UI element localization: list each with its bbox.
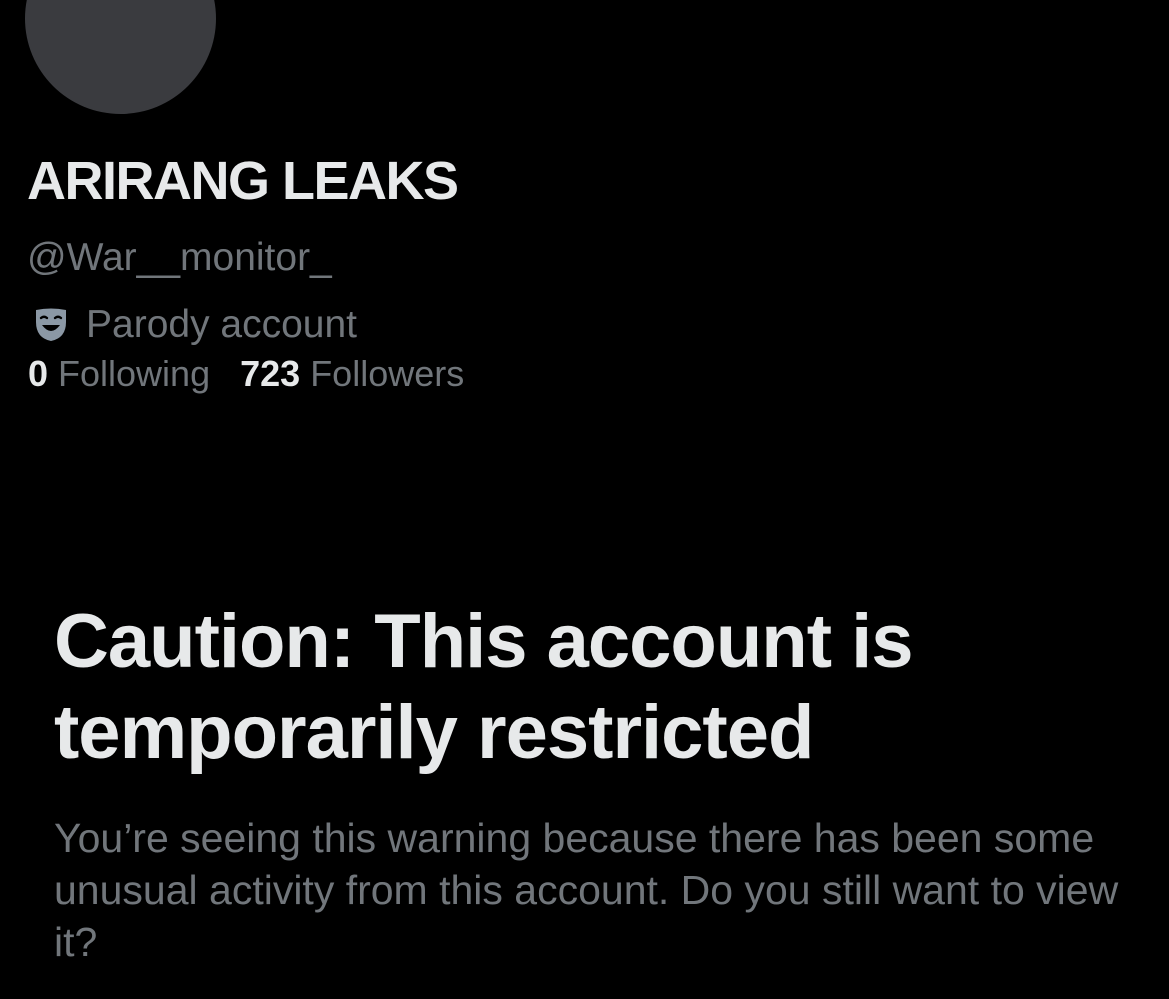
following-label: Following bbox=[58, 353, 211, 394]
parody-account-text: Parody account bbox=[86, 303, 358, 346]
profile-avatar[interactable] bbox=[25, 0, 216, 114]
parody-account-label: Parody account bbox=[30, 302, 357, 348]
caution-title: Caution: This account is temporarily res… bbox=[54, 599, 914, 775]
profile-handle: @War__monitor_ bbox=[27, 236, 332, 279]
followers-label: Followers bbox=[310, 353, 465, 394]
followers-link[interactable]: 723 Followers bbox=[240, 353, 464, 395]
profile-page: ARIRANG LEAKS @War__monitor_ Parody acco… bbox=[0, 0, 1169, 999]
following-link[interactable]: 0 Following bbox=[28, 353, 210, 395]
theater-mask-icon bbox=[30, 304, 72, 346]
profile-stats: 0 Following 723 Followers bbox=[28, 353, 464, 395]
followers-count: 723 bbox=[240, 353, 301, 394]
following-count: 0 bbox=[28, 353, 49, 394]
profile-display-name: ARIRANG LEAKS bbox=[27, 151, 459, 211]
caution-message: You’re seeing this warning because there… bbox=[54, 815, 1119, 965]
